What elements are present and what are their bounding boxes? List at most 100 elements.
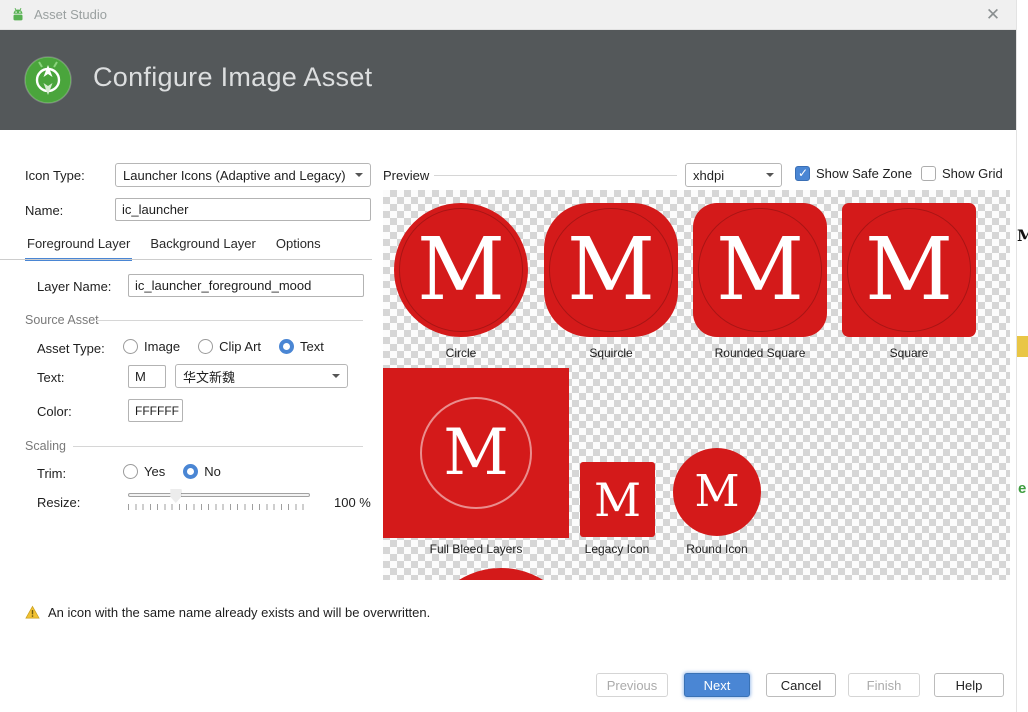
background-window-text-fragment: M [1017, 226, 1028, 245]
layer-name-input[interactable]: ic_launcher_foreground_mood [128, 274, 364, 297]
warning-text: An icon with the same name already exist… [48, 605, 431, 620]
icon-glyph: M [593, 472, 642, 527]
tile-label-rounded-square: Rounded Square [714, 346, 806, 360]
font-dropdown[interactable]: 华文新魏 [175, 364, 348, 388]
warning-row: An icon with the same name already exist… [25, 605, 430, 620]
layer-name-value: ic_launcher_foreground_mood [135, 278, 312, 293]
radio-trim-no-dot [183, 464, 199, 479]
source-asset-divider [96, 320, 363, 321]
font-value: 华文新魏 [183, 369, 236, 385]
show-safe-zone-option[interactable]: Show Safe Zone [795, 166, 912, 181]
radio-clip-art-label: Clip Art [219, 339, 262, 354]
color-label: Color: [37, 404, 72, 419]
density-value: xhdpi [693, 167, 725, 183]
radio-text-dot [279, 339, 295, 354]
radio-image-dot [123, 339, 138, 354]
page-title: Configure Image Asset [93, 62, 373, 92]
icon-glyph: M [694, 466, 740, 517]
name-label: Name: [25, 203, 64, 218]
show-safe-zone-label: Show Safe Zone [816, 166, 913, 181]
tabs-divider [0, 259, 372, 260]
density-dropdown[interactable]: xhdpi [685, 163, 782, 187]
asset-type-label: Asset Type: [37, 341, 105, 356]
background-window-warning-stripe [1017, 336, 1028, 357]
resize-value: 100 % [334, 495, 371, 510]
android-studio-logo-icon [24, 56, 72, 104]
resize-slider-thumb[interactable] [170, 489, 182, 503]
radio-text-label: Text [300, 339, 324, 354]
source-asset-section-label: Source Asset [25, 313, 99, 327]
resize-slider-track[interactable] [128, 493, 310, 497]
resize-label: Resize: [37, 495, 81, 510]
preview-canvas[interactable]: M Circle M Squircle M Rounded Square M S… [383, 190, 1010, 580]
tile-label-square: Square [889, 346, 929, 360]
tile-label-squircle: Squircle [589, 346, 633, 360]
tile-label-circle: Circle [445, 346, 477, 360]
launcher-icon-squircle: M [544, 203, 678, 337]
radio-text[interactable]: Text [279, 339, 324, 354]
tab-background-layer[interactable]: Background Layer [148, 236, 258, 261]
radio-clip-art-dot [198, 339, 214, 354]
show-grid-checkbox[interactable] [921, 166, 936, 181]
show-grid-option[interactable]: Show Grid [921, 166, 1003, 181]
previous-button[interactable]: Previous [596, 673, 668, 697]
tile-label-round: Round Icon [686, 542, 748, 556]
radio-clip-art[interactable]: Clip Art [198, 339, 261, 354]
tab-options[interactable]: Options [274, 236, 323, 261]
radio-image[interactable]: Image [123, 339, 180, 354]
layer-name-label: Layer Name: [37, 279, 112, 294]
android-icon [10, 7, 26, 23]
icon-type-label: Icon Type: [25, 168, 85, 183]
next-button[interactable]: Next [684, 673, 750, 697]
background-window-text-fragment: e [1018, 480, 1027, 497]
launcher-icon-full-bleed: M [383, 368, 569, 538]
safe-zone-ring [698, 208, 822, 332]
asset-type-radio-group: Image Clip Art Text [123, 339, 324, 354]
launcher-icon-circle: M [394, 203, 528, 337]
dialog-header: Configure Image Asset [0, 30, 1016, 130]
window-title: Asset Studio [34, 7, 107, 22]
text-input[interactable]: M [128, 365, 166, 388]
window-titlebar: Asset Studio ✕ [0, 0, 1016, 30]
layer-tabs: Foreground Layer Background Layer Option… [25, 236, 323, 261]
close-icon[interactable]: ✕ [980, 5, 1006, 25]
safe-zone-ring [399, 208, 523, 332]
radio-image-label: Image [144, 339, 181, 354]
scaling-divider [73, 446, 363, 447]
resize-slider[interactable] [128, 489, 310, 510]
color-input[interactable]: FFFFFF [128, 399, 183, 422]
radio-trim-yes[interactable]: Yes [123, 464, 165, 479]
text-value: M [135, 369, 146, 384]
resize-slider-ticks [128, 504, 310, 510]
tile-label-full-bleed: Full Bleed Layers [429, 542, 523, 556]
radio-trim-no[interactable]: No [183, 464, 221, 479]
tab-foreground-layer[interactable]: Foreground Layer [25, 236, 133, 261]
launcher-icon-rounded-square: M [693, 203, 827, 337]
name-input[interactable]: ic_launcher [115, 198, 371, 221]
show-safe-zone-checkbox[interactable] [795, 166, 810, 181]
radio-trim-yes-dot [123, 464, 138, 479]
safe-zone-ring [420, 397, 532, 509]
icon-type-dropdown[interactable]: Launcher Icons (Adaptive and Legacy) [115, 163, 371, 187]
radio-trim-yes-label: Yes [144, 464, 166, 479]
preview-label: Preview [383, 168, 430, 183]
safe-zone-ring [847, 208, 971, 332]
launcher-icon-round: M [673, 448, 761, 536]
radio-trim-no-label: No [204, 464, 221, 479]
launcher-icon-square: M [842, 203, 976, 337]
launcher-icon-legacy: M [580, 462, 655, 537]
color-value: FFFFFF [135, 403, 179, 418]
finish-button[interactable]: Finish [848, 673, 920, 697]
trim-label: Trim: [37, 466, 67, 481]
warning-icon [25, 605, 40, 620]
preview-divider [434, 175, 677, 176]
launcher-icon-partial [421, 568, 581, 580]
safe-zone-ring [549, 208, 673, 332]
scaling-section-label: Scaling [25, 439, 66, 453]
icon-type-value: Launcher Icons (Adaptive and Legacy) [123, 167, 346, 183]
cancel-button[interactable]: Cancel [766, 673, 836, 697]
show-grid-label: Show Grid [942, 166, 1003, 181]
text-label: Text: [37, 370, 65, 385]
help-button[interactable]: Help [934, 673, 1004, 697]
name-value: ic_launcher [122, 202, 189, 217]
